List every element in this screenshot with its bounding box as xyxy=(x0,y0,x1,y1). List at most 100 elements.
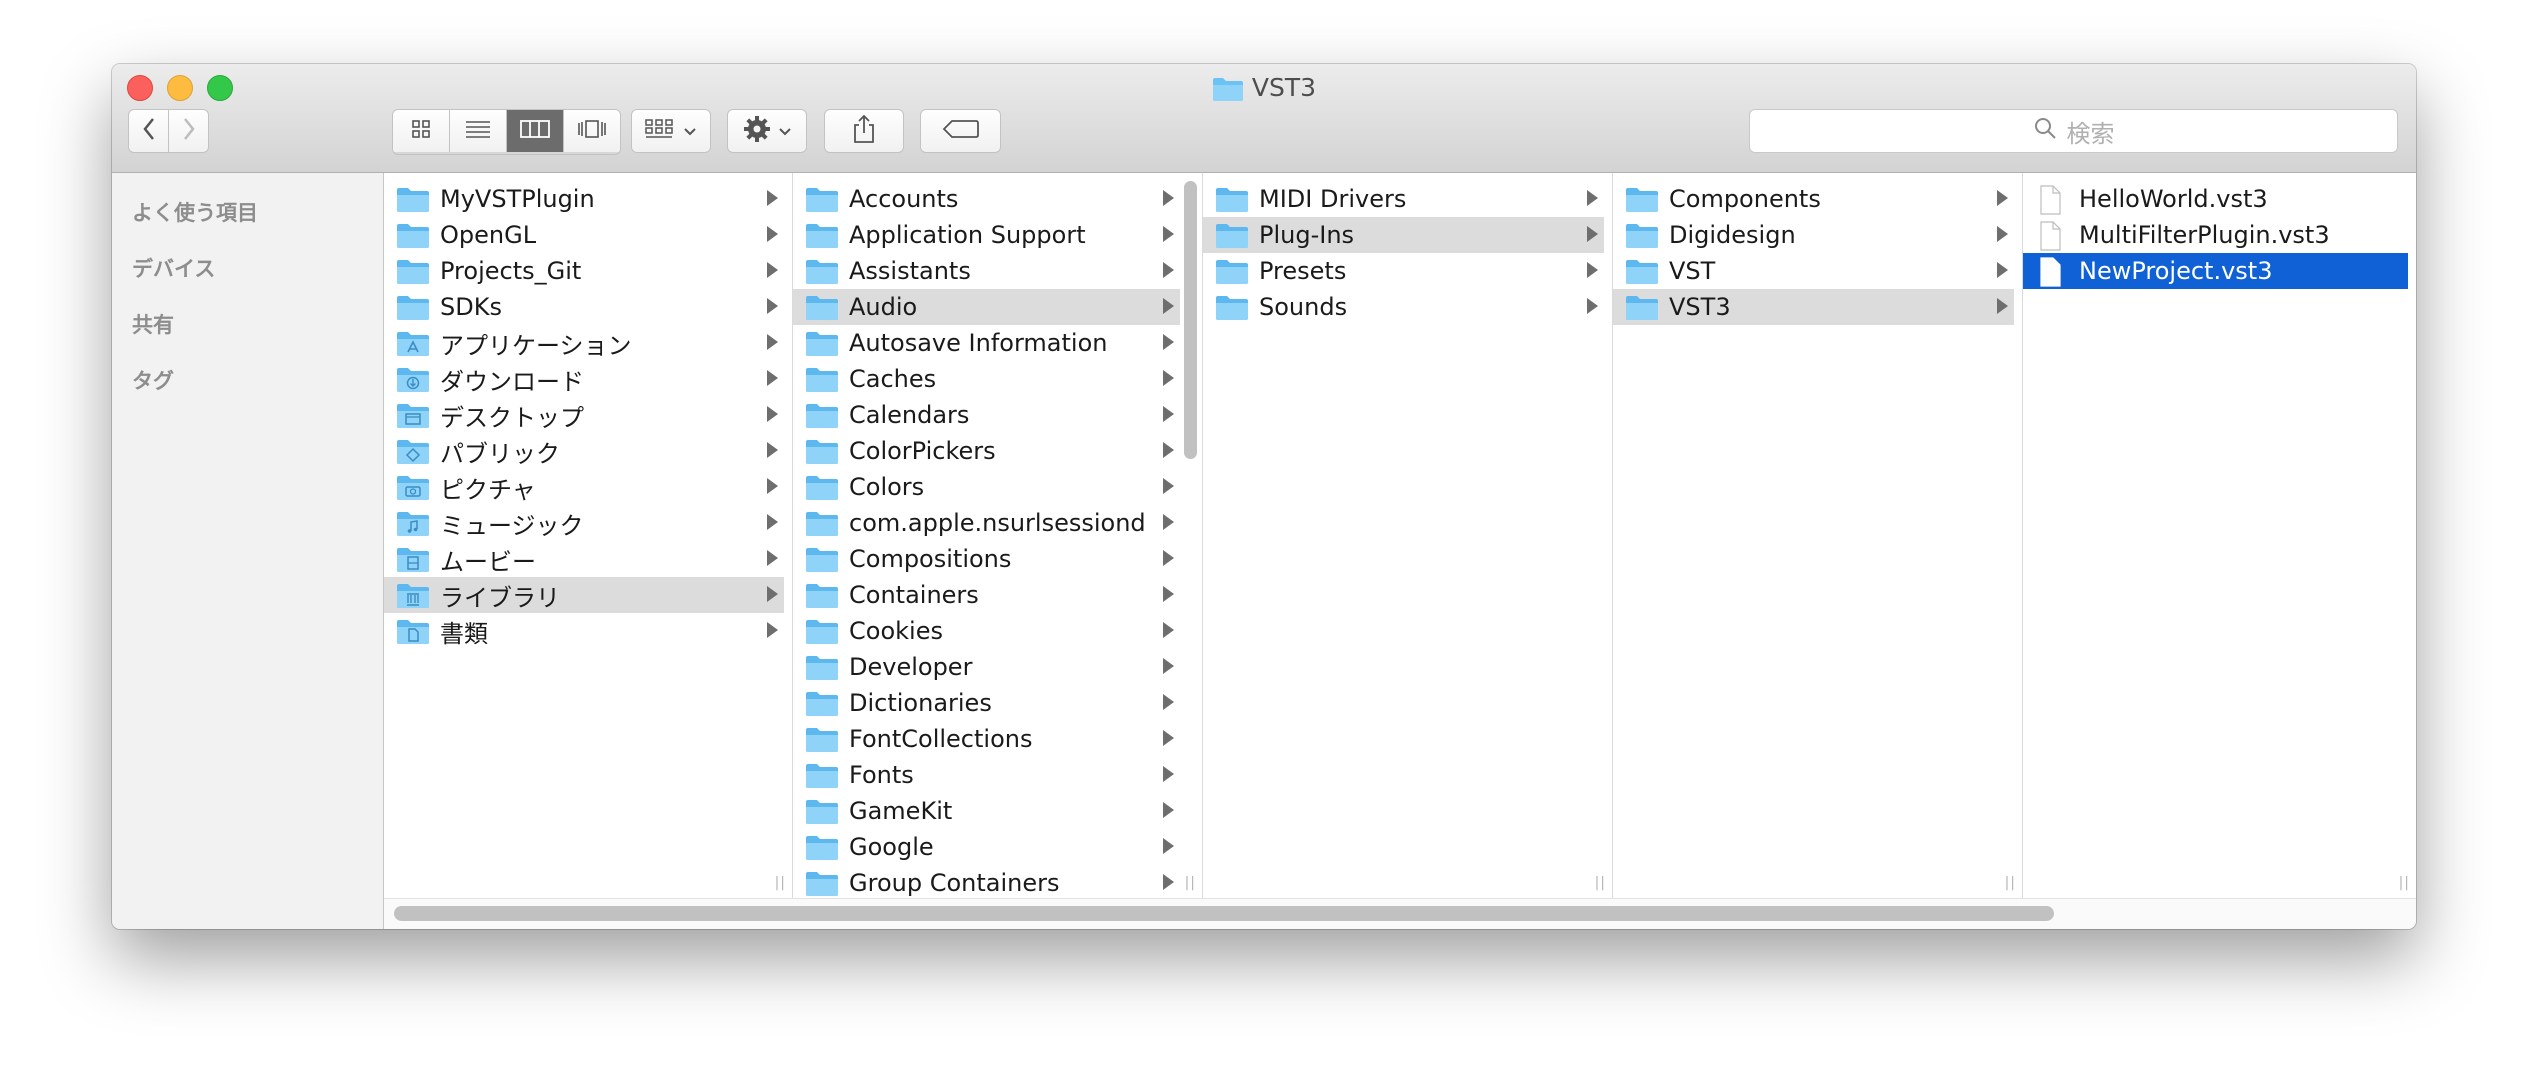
folder-row[interactable]: ライブラリ xyxy=(384,577,784,613)
folder-row[interactable]: Plug-Ins xyxy=(1203,217,1604,253)
file-row[interactable]: HelloWorld.vst3 xyxy=(2023,181,2408,217)
folder-row[interactable]: Fonts xyxy=(793,757,1180,793)
icon-view-icon xyxy=(411,119,431,143)
column-view-button[interactable] xyxy=(507,110,564,152)
folder-row[interactable]: Calendars xyxy=(793,397,1180,433)
share-button[interactable] xyxy=(824,109,904,153)
folder-row[interactable]: FontCollections xyxy=(793,721,1180,757)
list-view-button[interactable] xyxy=(450,110,507,152)
disclosure-arrow-icon xyxy=(1997,190,2008,206)
horizontal-scrollbar[interactable] xyxy=(384,898,2416,929)
search-field[interactable]: 検索 xyxy=(1749,109,2398,153)
disclosure-arrow-icon xyxy=(1163,298,1174,314)
folder-row[interactable]: ピクチャ xyxy=(384,469,784,505)
share-icon xyxy=(851,114,877,148)
folder-icon xyxy=(805,185,839,213)
disclosure-arrow-icon xyxy=(1587,190,1598,206)
column-resize-handle[interactable]: || xyxy=(1595,875,1606,891)
folder-row[interactable]: com.apple.nsurlsessiond xyxy=(793,505,1180,541)
item-label: ライブラリ xyxy=(440,583,560,612)
column-resize-handle[interactable]: || xyxy=(1185,875,1196,891)
folder-row[interactable]: Projects_Git xyxy=(384,253,784,289)
tag-button[interactable] xyxy=(920,109,1001,153)
folder-row[interactable]: Sounds xyxy=(1203,289,1604,325)
folder-row[interactable]: 書類 xyxy=(384,613,784,649)
cover-flow-icon xyxy=(576,119,608,143)
folder-icon xyxy=(805,689,839,717)
folder-row[interactable]: Digidesign xyxy=(1613,217,2014,253)
sidebar-section-shared[interactable]: 共有 xyxy=(132,309,174,339)
item-label: FontCollections xyxy=(849,725,1033,753)
item-label: アプリケーション xyxy=(440,331,632,360)
folder-row[interactable]: Containers xyxy=(793,577,1180,613)
back-button[interactable] xyxy=(128,109,169,153)
folder-row[interactable]: ミュージック xyxy=(384,505,784,541)
folder-row[interactable]: Autosave Information xyxy=(793,325,1180,361)
folder-row[interactable]: Presets xyxy=(1203,253,1604,289)
folder-row[interactable]: OpenGL xyxy=(384,217,784,253)
folder-icon xyxy=(396,257,430,285)
file-row[interactable]: NewProject.vst3 xyxy=(2023,253,2408,289)
arrange-icon xyxy=(645,118,675,144)
folder-row[interactable]: MyVSTPlugin xyxy=(384,181,784,217)
column-resize-handle[interactable]: || xyxy=(2005,875,2016,891)
browser-column-5[interactable]: HelloWorld.vst3 MultiFilterPlugin.vst3 New… xyxy=(2023,173,2416,899)
item-label: Fonts xyxy=(849,761,914,789)
folder-row[interactable]: Developer xyxy=(793,649,1180,685)
folder-row[interactable]: SDKs xyxy=(384,289,784,325)
file-row[interactable]: MultiFilterPlugin.vst3 xyxy=(2023,217,2408,253)
folder-row[interactable]: Group Containers xyxy=(793,865,1180,899)
forward-button[interactable] xyxy=(168,109,209,153)
music-folder-icon xyxy=(396,509,430,537)
folder-row[interactable]: Compositions xyxy=(793,541,1180,577)
folder-row[interactable]: デスクトップ xyxy=(384,397,784,433)
folder-row[interactable]: Dictionaries xyxy=(793,685,1180,721)
column-resize-handle[interactable]: || xyxy=(775,875,786,891)
item-label: ダウンロード xyxy=(440,367,584,396)
vertical-scroll-thumb[interactable] xyxy=(1184,181,1197,459)
folder-row[interactable]: VST3 xyxy=(1613,289,2014,325)
sidebar-section-tags[interactable]: タグ xyxy=(132,365,174,395)
folder-row[interactable]: パブリック xyxy=(384,433,784,469)
folder-row[interactable]: Components xyxy=(1613,181,2014,217)
horizontal-scroll-thumb[interactable] xyxy=(394,906,2054,921)
gear-icon xyxy=(742,114,772,148)
item-label: NewProject.vst3 xyxy=(2079,257,2273,285)
folder-row[interactable]: Colors xyxy=(793,469,1180,505)
sidebar-section-favorites[interactable]: よく使う項目 xyxy=(132,197,258,227)
folder-row[interactable]: ダウンロード xyxy=(384,361,784,397)
browser-column-2[interactable]: Accounts Application Support Assistants Aud… xyxy=(793,173,1203,899)
folder-icon xyxy=(805,473,839,501)
folder-row[interactable]: VST xyxy=(1613,253,2014,289)
folder-row[interactable]: Caches xyxy=(793,361,1180,397)
item-label: Group Containers xyxy=(849,869,1060,897)
icon-view-button[interactable] xyxy=(393,110,450,152)
folder-icon xyxy=(1215,257,1249,285)
action-button[interactable] xyxy=(727,109,807,153)
folder-row[interactable]: Audio xyxy=(793,289,1180,325)
documents-folder-icon xyxy=(396,617,430,645)
folder-row[interactable]: ムービー xyxy=(384,541,784,577)
cover-flow-button[interactable] xyxy=(564,110,620,152)
item-label: GameKit xyxy=(849,797,953,825)
folder-row[interactable]: Application Support xyxy=(793,217,1180,253)
browser-column-1[interactable]: MyVSTPlugin OpenGL Projects_Git SDKs アプリケーショ… xyxy=(384,173,793,899)
folder-row[interactable]: Cookies xyxy=(793,613,1180,649)
folder-row[interactable]: GameKit xyxy=(793,793,1180,829)
disclosure-arrow-icon xyxy=(767,262,778,278)
disclosure-arrow-icon xyxy=(1163,550,1174,566)
arrange-button[interactable] xyxy=(631,109,711,153)
folder-row[interactable]: ColorPickers xyxy=(793,433,1180,469)
folder-row[interactable]: アプリケーション xyxy=(384,325,784,361)
browser-column-3[interactable]: MIDI Drivers Plug-Ins Presets Sounds || xyxy=(1203,173,1613,899)
disclosure-arrow-icon xyxy=(1163,874,1174,890)
folder-row[interactable]: Accounts xyxy=(793,181,1180,217)
folder-row[interactable]: Google xyxy=(793,829,1180,865)
sidebar-section-devices[interactable]: デバイス xyxy=(132,253,215,283)
folder-row[interactable]: MIDI Drivers xyxy=(1203,181,1604,217)
disclosure-arrow-icon xyxy=(1163,334,1174,350)
column-resize-handle[interactable]: || xyxy=(2399,875,2410,891)
item-label: Assistants xyxy=(849,257,971,285)
browser-column-4[interactable]: Components Digidesign VST VST3 || xyxy=(1613,173,2023,899)
folder-row[interactable]: Assistants xyxy=(793,253,1180,289)
